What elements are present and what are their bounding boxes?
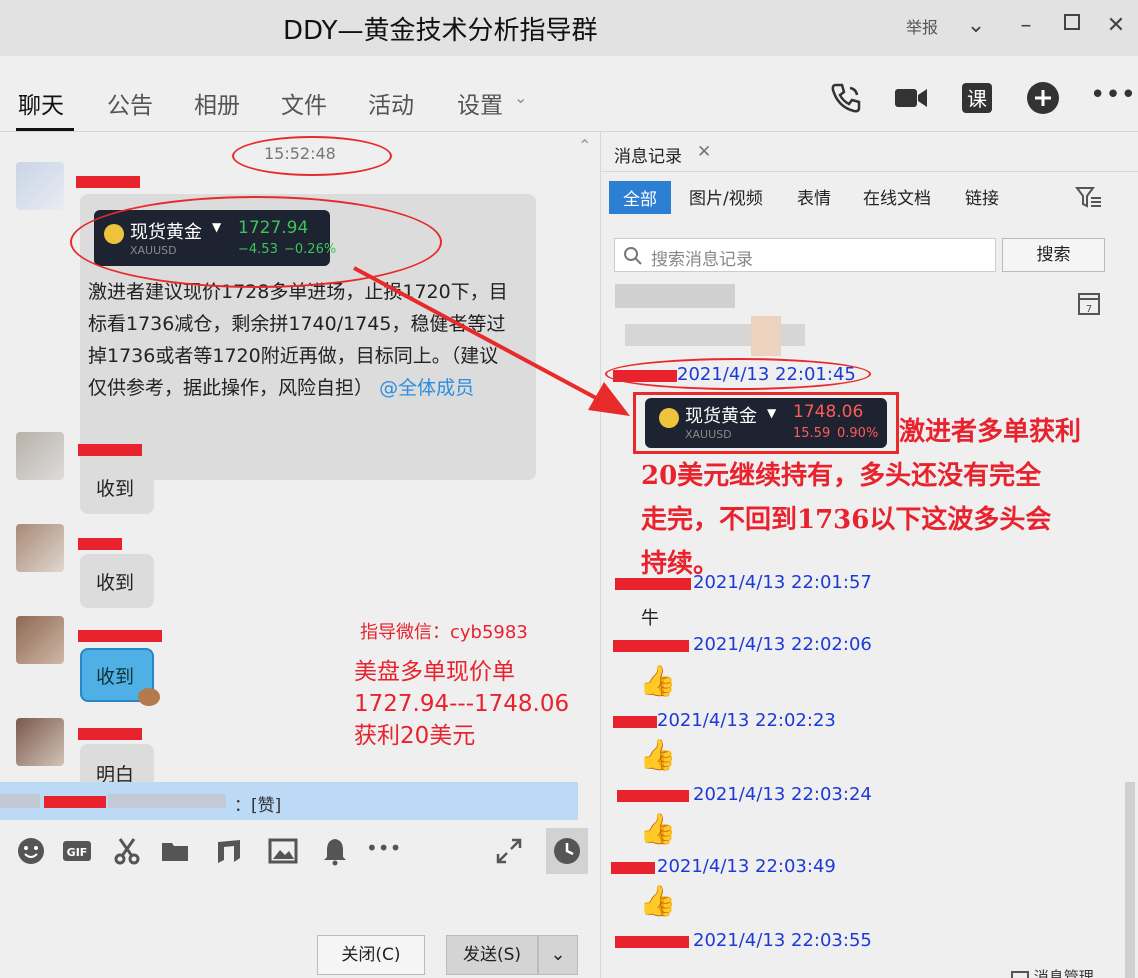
- annotation-arrow: [353, 266, 630, 416]
